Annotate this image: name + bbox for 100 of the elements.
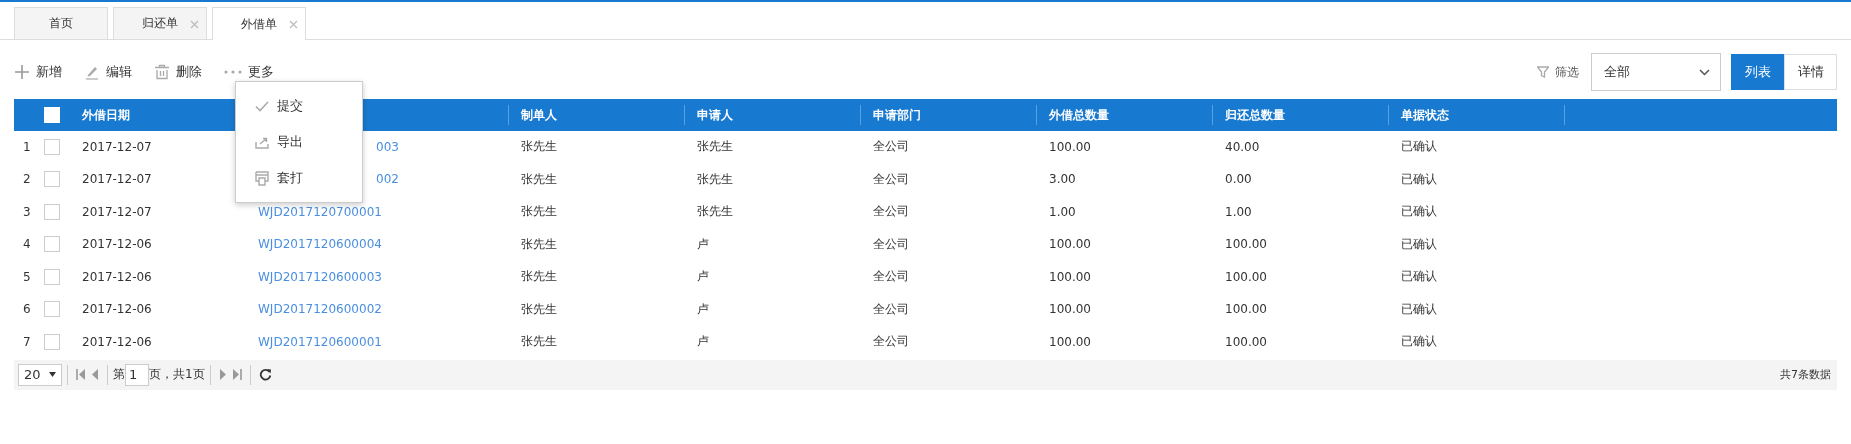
table-cell: 张先生 xyxy=(521,204,557,219)
menu-item[interactable]: 套打 xyxy=(236,160,362,196)
row-checkbox[interactable] xyxy=(44,203,60,220)
pencil-icon xyxy=(84,64,100,80)
table-cell: 100.00 xyxy=(1225,334,1267,349)
table-cell: 已确认 xyxy=(1401,334,1437,349)
select-all-checkbox[interactable] xyxy=(44,107,60,123)
table-cell: 张先生 xyxy=(521,139,557,154)
tab[interactable]: 外借单 xyxy=(212,7,306,40)
table-cell: 全公司 xyxy=(873,334,909,349)
column-header: 归还总数量 xyxy=(1225,108,1285,122)
view-toggle-button[interactable]: 详情 xyxy=(1784,54,1837,90)
plus-icon xyxy=(14,64,30,80)
table-cell: 张先生 xyxy=(521,171,557,186)
column-header: 申请人 xyxy=(697,108,733,122)
close-icon[interactable] xyxy=(289,20,298,29)
table-cell: 40.00 xyxy=(1225,139,1260,154)
table-cell: 100.00 xyxy=(1225,237,1267,252)
table-cell: 张先生 xyxy=(521,334,557,349)
table-cell: 全公司 xyxy=(873,171,909,186)
tab[interactable]: 归还单 xyxy=(113,7,207,39)
export-icon xyxy=(255,135,269,149)
column-header: 申请部门 xyxy=(873,108,921,122)
next-page-icon[interactable] xyxy=(218,369,226,380)
row-number: 3 xyxy=(23,204,31,219)
row-checkbox[interactable] xyxy=(44,171,60,188)
table-cell: 2017-12-06 xyxy=(82,302,152,317)
filter-icon xyxy=(1537,66,1549,78)
table-cell: 100.00 xyxy=(1225,302,1267,317)
table-cell: 已确认 xyxy=(1401,301,1437,316)
toolbar-button[interactable]: 更多 xyxy=(224,63,274,81)
row-checkbox[interactable] xyxy=(44,268,60,285)
toolbar-button[interactable]: 删除 xyxy=(154,63,202,81)
table-cell: 100.00 xyxy=(1049,334,1091,349)
ellipsis-icon xyxy=(224,70,242,74)
page-prefix: 第 xyxy=(113,366,125,383)
record-count: 共7条数据 xyxy=(1780,367,1831,382)
column-header: 外借总数量 xyxy=(1049,108,1109,122)
table-cell: 3.00 xyxy=(1049,172,1076,187)
close-icon[interactable] xyxy=(190,20,199,29)
view-toggle-button[interactable]: 列表 xyxy=(1731,54,1784,90)
checkmark-icon xyxy=(255,100,269,112)
caret-down-icon xyxy=(49,372,56,377)
table-cell: 卢 xyxy=(697,269,709,284)
refresh-icon[interactable] xyxy=(258,368,272,381)
table-cell: 2017-12-06 xyxy=(82,334,152,349)
table-cell: 1.00 xyxy=(1225,204,1252,219)
table-cell: 张先生 xyxy=(697,171,733,186)
filter-dropdown[interactable]: 全部 xyxy=(1591,53,1721,91)
row-number: 5 xyxy=(23,269,31,284)
table-cell: 2017-12-07 xyxy=(82,204,152,219)
table-cell: 已确认 xyxy=(1401,171,1437,186)
table-cell: 2017-12-06 xyxy=(82,269,152,284)
trash-icon xyxy=(154,64,170,80)
menu-item[interactable]: 提交 xyxy=(236,88,362,124)
column-header: 制单人 xyxy=(521,108,557,122)
column-header: 单据状态 xyxy=(1401,108,1449,122)
table-cell: 100.00 xyxy=(1049,269,1091,284)
table-cell: 全公司 xyxy=(873,139,909,154)
toolbar-button[interactable]: 新增 xyxy=(14,63,62,81)
row-checkbox[interactable] xyxy=(44,138,60,155)
row-number: 4 xyxy=(23,237,31,252)
first-page-icon[interactable] xyxy=(76,369,86,380)
toolbar-button[interactable]: 编辑 xyxy=(84,63,132,81)
table-cell: 张先生 xyxy=(521,269,557,284)
table-cell: 100.00 xyxy=(1225,269,1267,284)
table-cell: 1.00 xyxy=(1049,204,1076,219)
table-cell: 卢 xyxy=(697,301,709,316)
table-cell: 全公司 xyxy=(873,236,909,251)
row-number: 6 xyxy=(23,302,31,317)
table-cell: 张先生 xyxy=(697,139,733,154)
printer-icon xyxy=(255,170,269,186)
table-cell: 0.00 xyxy=(1225,172,1252,187)
row-checkbox[interactable] xyxy=(44,236,60,253)
page-input[interactable]: 1 xyxy=(125,363,149,386)
table-cell: 2017-12-07 xyxy=(82,139,152,154)
table-cell: 卢 xyxy=(697,334,709,349)
table-cell: 卢 xyxy=(697,236,709,251)
page-size-select[interactable]: 20 xyxy=(18,363,62,386)
table-cell: 已确认 xyxy=(1401,269,1437,284)
last-page-icon[interactable] xyxy=(231,369,242,380)
previous-page-icon[interactable] xyxy=(92,369,99,380)
table-cell: 全公司 xyxy=(873,301,909,316)
column-header: 外借日期 xyxy=(82,108,130,122)
tab[interactable]: 首页 xyxy=(14,7,108,39)
table-cell: 全公司 xyxy=(873,269,909,284)
document-number-link[interactable]: WJD2017120700001 xyxy=(258,204,382,219)
filter-label: 筛选 xyxy=(1555,63,1579,81)
table-cell: 张先生 xyxy=(521,236,557,251)
row-number: 7 xyxy=(23,334,31,349)
menu-item[interactable]: 导出 xyxy=(236,124,362,160)
table-cell: 张先生 xyxy=(521,301,557,316)
page-count-text: 页，共1页 xyxy=(149,366,205,383)
row-number: 2 xyxy=(23,172,31,187)
row-number: 1 xyxy=(23,139,31,154)
row-checkbox[interactable] xyxy=(44,301,60,318)
table-cell: 100.00 xyxy=(1049,139,1091,154)
table-cell: 已确认 xyxy=(1401,204,1437,219)
row-checkbox[interactable] xyxy=(44,333,60,350)
table-cell: 100.00 xyxy=(1049,302,1091,317)
